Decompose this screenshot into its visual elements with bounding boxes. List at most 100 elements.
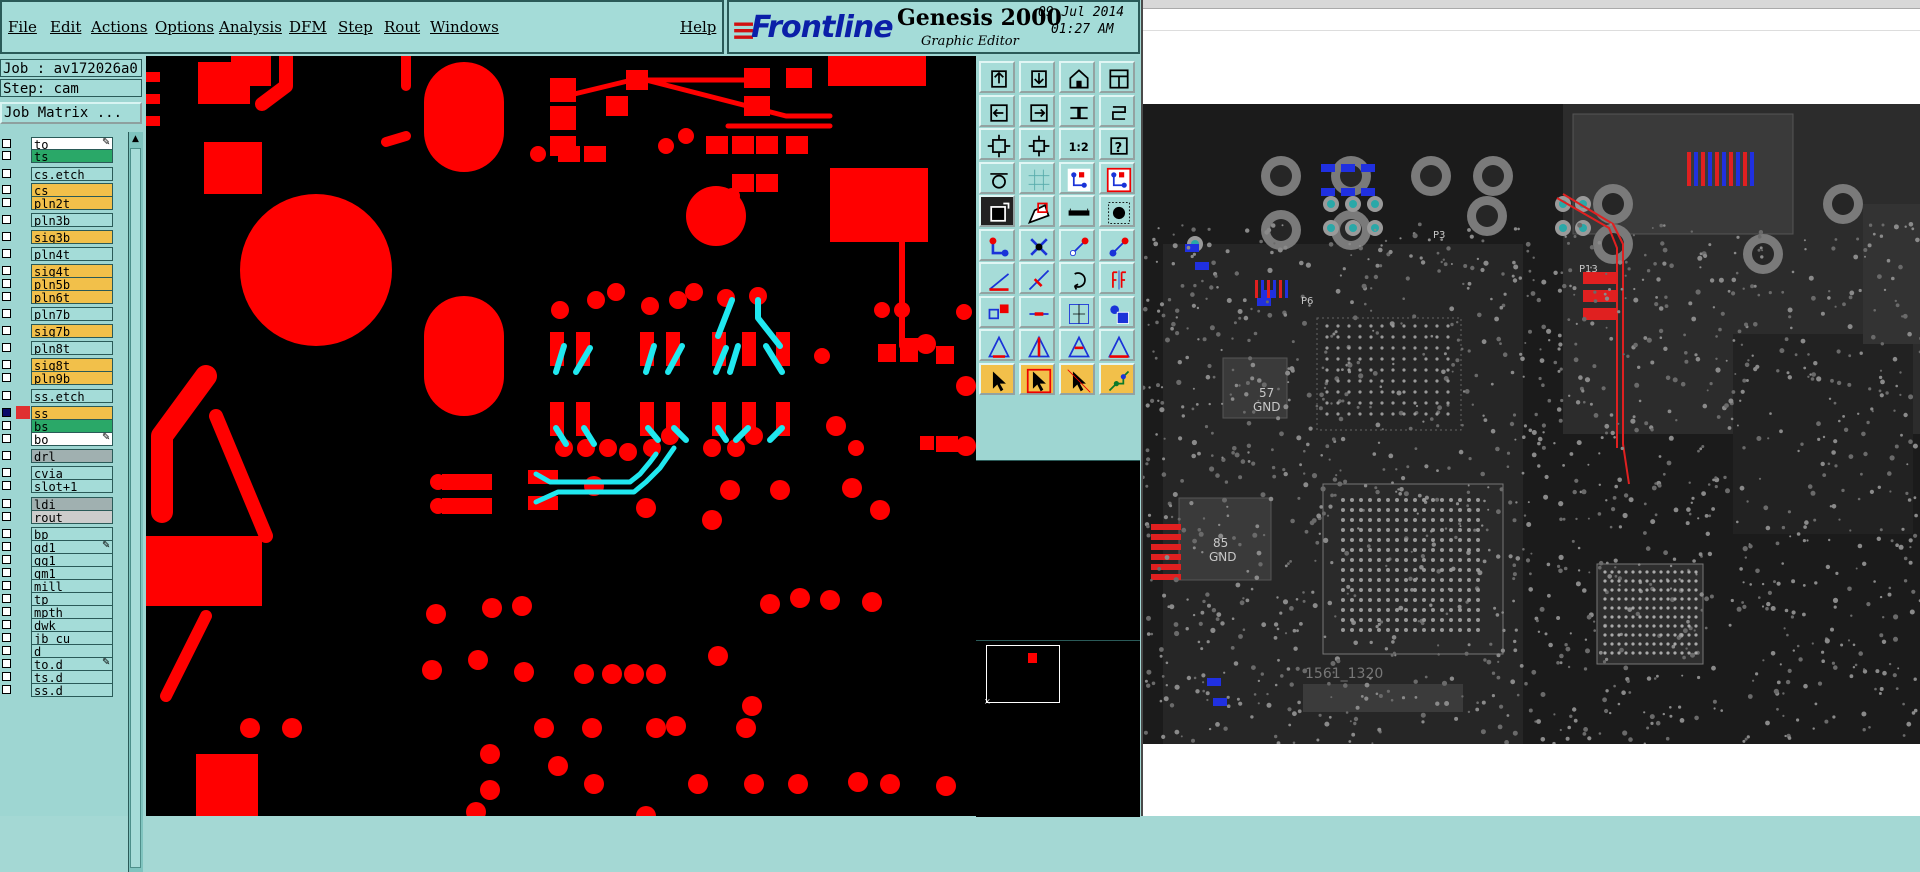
layer-checkbox[interactable] — [2, 685, 11, 694]
layer-row[interactable]: pln7b — [0, 306, 120, 322]
tool-button[interactable] — [1099, 262, 1135, 294]
tool-button[interactable] — [1019, 295, 1055, 328]
tool-button[interactable] — [1019, 362, 1055, 395]
job-matrix-button[interactable]: Job Matrix ... — [0, 102, 142, 124]
tool-button[interactable] — [1019, 94, 1055, 127]
layer-name[interactable]: ss.etch — [31, 389, 113, 403]
layer-checkbox[interactable] — [2, 607, 11, 616]
tool-button[interactable] — [1019, 195, 1055, 227]
tool-button[interactable] — [1019, 128, 1055, 160]
layer-name[interactable]: pln9b — [31, 371, 113, 385]
layer-checkbox[interactable] — [2, 468, 11, 477]
layer-checkbox[interactable] — [2, 391, 11, 400]
layer-checkbox[interactable] — [2, 499, 11, 508]
layer-row[interactable]: pln6t — [0, 289, 120, 305]
layer-row[interactable]: ts — [0, 148, 120, 164]
layer-checkbox[interactable] — [2, 279, 11, 288]
tool-button[interactable] — [1019, 262, 1055, 294]
tool-button[interactable] — [1099, 61, 1135, 93]
layer-checkbox[interactable] — [2, 151, 11, 160]
layer-name[interactable]: sig3b — [31, 230, 113, 244]
menu-edit[interactable]: Edit — [50, 18, 81, 36]
menu-actions[interactable]: Actions — [91, 18, 147, 36]
layer-row[interactable]: pln3b — [0, 212, 120, 228]
layer-checkbox[interactable] — [2, 421, 11, 430]
layer-row[interactable]: pln4t — [0, 246, 120, 262]
tool-button[interactable] — [979, 195, 1015, 227]
tool-button[interactable] — [979, 228, 1015, 261]
layer-name[interactable]: pln7b — [31, 307, 113, 321]
layer-name[interactable]: slot+1 — [31, 479, 113, 493]
tool-button[interactable] — [979, 329, 1015, 361]
tool-button[interactable] — [979, 94, 1015, 127]
tool-button[interactable] — [979, 128, 1015, 160]
layer-row[interactable]: cs.etch — [0, 166, 120, 182]
layer-row[interactable]: bo ✎ — [0, 431, 120, 447]
overview-window[interactable]: × — [976, 640, 1140, 817]
tool-button[interactable] — [979, 295, 1015, 328]
layer-name[interactable]: ts — [31, 149, 113, 163]
layer-row[interactable]: rout — [0, 509, 120, 525]
layer-checkbox[interactable] — [2, 198, 11, 207]
layer-row[interactable]: sig3b — [0, 229, 120, 245]
layer-checkbox[interactable] — [2, 633, 11, 642]
layer-checkbox[interactable] — [2, 659, 11, 668]
layer-name[interactable]: drl — [31, 449, 113, 463]
layer-name[interactable]: sig7b — [31, 324, 113, 338]
tool-button[interactable] — [1059, 295, 1095, 328]
layer-name[interactable]: pln3b — [31, 213, 113, 227]
layer-checkbox[interactable] — [2, 249, 11, 258]
layer-checkbox[interactable] — [2, 620, 11, 629]
layer-checkbox[interactable] — [2, 529, 11, 538]
pcb-image[interactable]: P3 P13 P6 57 GND 85 GND 1561_1320 — [1143, 104, 1920, 744]
tool-button[interactable] — [979, 362, 1015, 395]
layer-checkbox[interactable] — [2, 215, 11, 224]
layer-checkbox[interactable] — [2, 555, 11, 564]
graphic-canvas[interactable] — [146, 56, 976, 816]
layer-checkbox[interactable] — [2, 646, 11, 655]
menu-windows[interactable]: Windows — [430, 18, 499, 36]
layer-checkbox[interactable] — [2, 568, 11, 577]
layer-checkbox[interactable] — [2, 512, 11, 521]
layer-checkbox[interactable] — [2, 343, 11, 352]
tool-button[interactable] — [1099, 295, 1135, 328]
tool-button[interactable] — [1059, 61, 1095, 93]
tool-button[interactable] — [1099, 362, 1135, 395]
layer-name[interactable]: ss.d — [31, 683, 113, 697]
layer-checkbox[interactable] — [2, 451, 11, 460]
tool-button[interactable] — [1019, 161, 1055, 194]
layer-row[interactable]: ss.etch — [0, 388, 120, 404]
tool-button[interactable] — [1099, 161, 1135, 194]
tool-button[interactable] — [1099, 94, 1135, 127]
layer-checkbox[interactable] — [2, 309, 11, 318]
menu-file[interactable]: File — [8, 18, 37, 36]
menu-step[interactable]: Step — [338, 18, 373, 36]
layer-checkbox[interactable] — [2, 292, 11, 301]
layer-name[interactable]: pln6t — [31, 290, 113, 304]
layer-row[interactable]: sig7b — [0, 323, 120, 339]
layer-name[interactable]: pln2t — [31, 196, 113, 210]
layer-checkbox[interactable] — [2, 373, 11, 382]
tool-button[interactable] — [1059, 329, 1095, 361]
tool-button[interactable] — [979, 262, 1015, 294]
layer-checkbox[interactable] — [2, 169, 11, 178]
scroll-thumb[interactable] — [130, 148, 141, 868]
layer-checkbox[interactable] — [2, 360, 11, 369]
tool-button[interactable] — [1059, 362, 1095, 395]
layer-checkbox[interactable] — [2, 434, 11, 443]
tool-button[interactable] — [1059, 262, 1095, 294]
layer-checkbox[interactable] — [2, 139, 11, 148]
layer-row[interactable]: pln8t — [0, 340, 120, 356]
layer-checkbox[interactable] — [2, 481, 11, 490]
tool-button[interactable] — [979, 61, 1015, 93]
menu-options[interactable]: Options — [155, 18, 214, 36]
tool-button[interactable] — [1099, 195, 1135, 227]
layer-checkbox[interactable] — [2, 542, 11, 551]
tool-button[interactable] — [1059, 195, 1095, 227]
layer-checkbox[interactable] — [2, 408, 11, 417]
layer-row[interactable]: ss.d — [0, 682, 120, 698]
tool-button[interactable]: 1:2 — [1059, 128, 1095, 160]
layer-name[interactable]: pln8t — [31, 341, 113, 355]
layer-checkbox[interactable] — [2, 232, 11, 241]
tool-button[interactable]: ? — [1099, 128, 1135, 160]
